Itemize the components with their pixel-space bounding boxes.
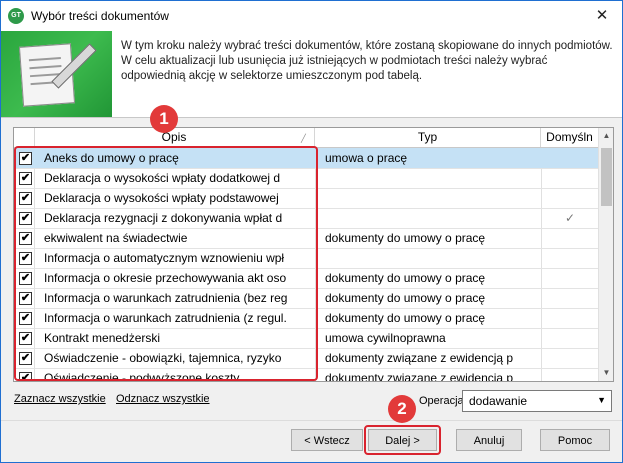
cell-domyslny bbox=[542, 248, 598, 268]
cell-typ bbox=[325, 208, 530, 228]
cell-typ: umowa cywilnoprawna bbox=[325, 331, 446, 345]
app-logo-icon: GT bbox=[8, 8, 24, 24]
chevron-down-icon: ▼ bbox=[597, 395, 606, 405]
header-divider bbox=[1, 117, 622, 118]
annotation-box-next bbox=[364, 425, 441, 455]
back-button[interactable]: < Wstecz bbox=[291, 429, 363, 451]
vertical-scrollbar[interactable]: ▲ ▼ bbox=[598, 128, 613, 381]
cell-domyslny bbox=[542, 328, 598, 348]
operation-label: Operacja: bbox=[419, 395, 467, 407]
cell-typ: dokumenty do umowy o pracę bbox=[325, 231, 486, 245]
cell-domyslny bbox=[542, 368, 598, 381]
column-header-typ[interactable]: Typ bbox=[315, 128, 541, 147]
scroll-up-icon[interactable]: ▲ bbox=[599, 128, 613, 144]
cell-typ bbox=[325, 188, 530, 208]
column-header-opis[interactable]: Opis bbox=[34, 128, 315, 147]
column-header-domyslny[interactable]: Domyśln bbox=[541, 128, 598, 147]
deselect-all-link[interactable]: Odznacz wszystkie bbox=[116, 393, 210, 405]
cell-domyslny bbox=[542, 148, 598, 168]
grid-header: Opis ╱ Typ Domyśln bbox=[14, 128, 613, 148]
help-button[interactable]: Pomoc bbox=[540, 429, 610, 451]
cell-domyslny bbox=[542, 188, 598, 208]
annotation-marker-1: 1 bbox=[150, 105, 178, 133]
sort-indicator-icon: ╱ bbox=[301, 134, 306, 143]
cell-typ: umowa o pracę bbox=[325, 151, 408, 165]
cell-domyslny: ✓ bbox=[564, 211, 576, 225]
scroll-down-icon[interactable]: ▼ bbox=[599, 365, 613, 381]
cell-domyslny bbox=[542, 268, 598, 288]
operation-value: dodawanie bbox=[469, 394, 528, 408]
cell-typ bbox=[325, 248, 530, 268]
wizard-header: W tym kroku należy wybrać treści dokumen… bbox=[1, 31, 622, 117]
window-title: Wybór treści dokumentów bbox=[31, 9, 169, 23]
select-all-link[interactable]: Zaznacz wszystkie bbox=[14, 393, 106, 405]
header-checkbox-column bbox=[14, 128, 35, 147]
cell-domyslny bbox=[542, 348, 598, 368]
scrollbar-thumb[interactable] bbox=[601, 148, 612, 206]
cell-domyslny bbox=[542, 288, 598, 308]
annotation-marker-2: 2 bbox=[388, 395, 416, 423]
cell-typ: dokumenty związane z ewidencją p bbox=[325, 351, 514, 365]
cell-typ: dokumenty do umowy o pracę bbox=[325, 271, 486, 285]
footer-divider bbox=[1, 420, 622, 421]
wizard-description: W tym kroku należy wybrać treści dokumen… bbox=[121, 40, 613, 82]
cell-typ bbox=[325, 168, 530, 188]
cell-typ: dokumenty do umowy o pracę bbox=[325, 311, 486, 325]
document-pencil-icon bbox=[1, 31, 112, 117]
dialog-window: GT Wybór treści dokumentów ✕ W tym kroku… bbox=[0, 0, 623, 463]
close-icon[interactable]: ✕ bbox=[590, 5, 614, 27]
annotation-box-documents bbox=[14, 146, 318, 381]
cancel-button[interactable]: Anuluj bbox=[456, 429, 522, 451]
cell-domyslny bbox=[542, 308, 598, 328]
cell-typ: dokumenty związane z ewidencją p bbox=[325, 371, 514, 382]
cell-domyslny bbox=[542, 168, 598, 188]
title-bar: GT Wybór treści dokumentów ✕ bbox=[1, 1, 622, 31]
cell-domyslny bbox=[542, 228, 598, 248]
operation-select[interactable]: dodawanie ▼ bbox=[462, 390, 612, 412]
cell-typ: dokumenty do umowy o pracę bbox=[325, 291, 486, 305]
